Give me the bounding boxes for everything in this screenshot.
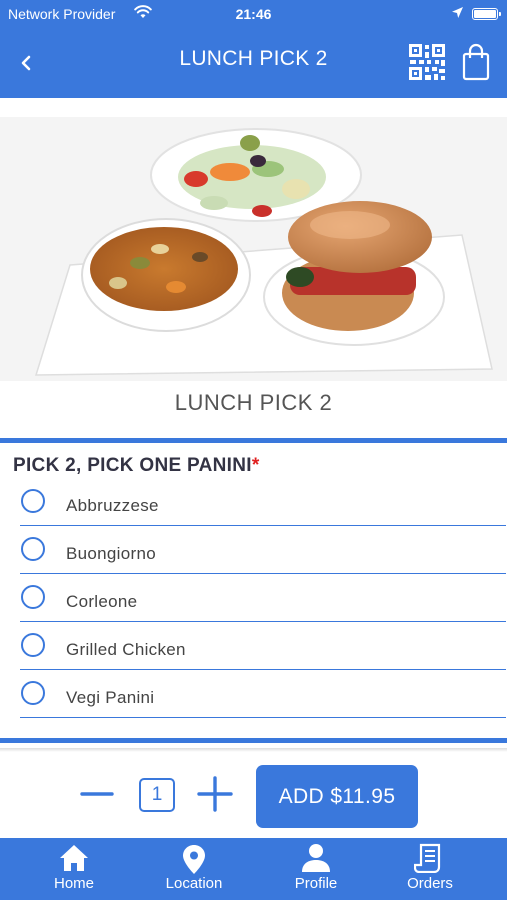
- nav-bar: LUNCH PICK 2: [0, 28, 507, 98]
- add-to-cart-button[interactable]: ADD $11.95: [256, 765, 418, 828]
- option-grilled-chicken[interactable]: Grilled Chicken: [20, 622, 506, 670]
- option-buongiorno[interactable]: Buongiorno: [20, 526, 506, 574]
- radio-button[interactable]: [21, 585, 45, 609]
- product-name: LUNCH PICK 2: [174, 390, 333, 415]
- option-label: Grilled Chicken: [66, 640, 186, 659]
- option-abbruzzese[interactable]: Abbruzzese: [20, 478, 506, 526]
- tab-profile[interactable]: Profile: [256, 838, 376, 900]
- tab-home[interactable]: Home: [14, 838, 134, 900]
- option-label: Abbruzzese: [66, 496, 159, 515]
- required-mark: *: [251, 455, 260, 476]
- section-divider-top: [0, 438, 507, 443]
- tab-label: Home: [53, 875, 94, 892]
- bottom-tab-bar: Home Location Profile Orders: [0, 838, 507, 900]
- tab-orders[interactable]: Orders: [370, 838, 490, 900]
- person-icon: [302, 844, 330, 872]
- plus-icon[interactable]: [197, 776, 233, 812]
- option-group-title-text: PICK 2, PICK ONE PANINI: [13, 455, 252, 476]
- quantity-value[interactable]: 1: [139, 778, 175, 812]
- clock: 21:46: [235, 6, 272, 22]
- option-label: Vegi Panini: [66, 688, 155, 707]
- tab-label: Location: [165, 875, 223, 892]
- option-label: Corleone: [66, 592, 138, 611]
- tab-location[interactable]: Location: [134, 838, 254, 900]
- tab-label: Profile: [294, 875, 338, 892]
- option-corleone[interactable]: Corleone: [20, 574, 506, 622]
- footer-shadow: [0, 748, 507, 752]
- option-label: Buongiorno: [66, 544, 156, 563]
- tab-label: Orders: [407, 875, 453, 892]
- radio-button[interactable]: [21, 681, 45, 705]
- option-vegi-panini[interactable]: Vegi Panini: [20, 670, 506, 718]
- map-pin-icon: [183, 845, 205, 874]
- radio-button[interactable]: [21, 489, 45, 513]
- receipt-icon: [414, 843, 441, 873]
- home-icon: [60, 845, 88, 871]
- radio-button[interactable]: [21, 537, 45, 561]
- location-arrow-icon: [452, 7, 463, 18]
- product-photo: [0, 117, 507, 381]
- status-bar: Network Provider 21:46: [0, 0, 507, 28]
- battery-icon: [472, 8, 501, 20]
- radio-button[interactable]: [21, 633, 45, 657]
- product-image: [0, 117, 507, 381]
- section-divider-bottom: [0, 738, 507, 743]
- shopping-bag-icon[interactable]: [461, 43, 491, 81]
- option-list: Abbruzzese Buongiorno Corleone Grilled C…: [20, 478, 506, 718]
- minus-icon[interactable]: [80, 779, 114, 809]
- option-group-title: PICK 2, PICK ONE PANINI*: [13, 455, 260, 477]
- qr-code-icon[interactable]: [408, 43, 446, 81]
